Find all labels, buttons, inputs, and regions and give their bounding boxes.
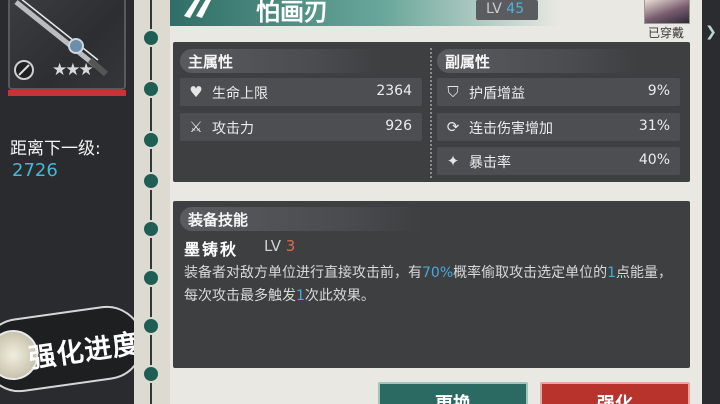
crit-icon: ✦ [446,152,460,170]
equipped-label: 已穿戴 [648,26,685,40]
side-tab[interactable]: ❯ [702,0,720,404]
weapon-level-value: 45 [506,1,525,17]
sub-stats-header: 副属性 [437,49,637,73]
ribbon-dot [142,317,160,335]
brush-mark-icon [182,0,216,20]
stat-name: 暴击率 [469,155,511,171]
ribbon-dot [142,269,160,287]
combo-icon: ⟳ [446,118,460,136]
next-level-value: 2726 [12,160,58,181]
ribbon-dot [142,220,160,238]
enhance-button[interactable]: 强化 [540,382,690,404]
stat-row-attack: ⚔ 攻击力 926 [180,113,422,141]
stat-value: 40% [638,152,670,168]
stat-name: 生命上限 [212,86,268,102]
ribbon-dot [142,131,160,149]
character-avatar[interactable] [644,0,690,24]
skill-level-value: 3 [285,237,296,255]
ribbon-dot [142,365,160,383]
weapon-card[interactable]: ★★★ [8,0,126,96]
next-level-label: 距离下一级: [10,139,101,159]
skill-desc-text: 装备者对敌方单位进行直接攻击前，有 [184,265,422,281]
replace-button[interactable]: 更换 [378,382,528,404]
enhance-progress-label: 强化进度 [26,328,143,375]
stat-value: 31% [638,118,670,134]
skill-description: 装备者对敌方单位进行直接攻击前，有70%概率偷取攻击选定单位的1点能量，每次攻击… [184,262,684,308]
chevron-right-icon: ❯ [705,24,717,40]
stat-value: 2364 [376,83,412,99]
main-stats-header: 主属性 [180,49,380,73]
stat-name: 连击伤害增加 [469,121,553,137]
ribbon-dot [142,172,160,190]
shield-icon: ⛉ [447,83,459,101]
heart-icon: ♥ [189,83,203,101]
ribbon-dot [142,29,160,47]
stat-name: 护盾增益 [469,86,525,102]
rarity-stars: ★★★ [52,60,94,80]
weapon-level: LV 45 [476,0,538,20]
skill-header: 装备技能 [180,207,420,231]
left-panel: ★★★ 距离下一级: 2726 强化进度 [0,0,149,404]
stat-value: 926 [385,118,412,134]
enhance-progress-button[interactable]: 强化进度 [0,301,149,397]
ribbon-dot [142,80,160,98]
skill-desc-highlight: 1 [296,288,305,304]
ribbon-line [150,0,152,404]
skill-desc-highlight: 70% [422,265,454,281]
stat-row-shield: ⛉ 护盾增益 9% [437,78,680,106]
skill-desc-text: 次此效果。 [304,288,375,304]
weapon-title: 怕画刃 [256,0,328,26]
stat-name: 攻击力 [212,121,254,137]
stat-value: 9% [647,83,670,99]
progress-ribbon [134,0,170,404]
skill-level-label: LV [264,237,281,255]
rarity-bar [8,90,126,96]
stat-row-hp: ♥ 生命上限 2364 [180,78,422,106]
skill-name: 墨铸秋 [184,240,239,259]
skill-desc-highlight: 1 [607,265,617,281]
crossed-swords-icon: ⚔ [189,118,203,136]
stat-row-combo: ⟳ 连击伤害增加 31% [437,113,680,141]
skill-desc-text: 概率偷取攻击选定单位的 [453,265,608,281]
stats-divider [430,48,432,178]
weapon-level-label: LV [486,1,502,17]
skill-level: LV 3 [264,237,295,255]
stat-row-crit: ✦ 暴击率 40% [437,147,680,175]
